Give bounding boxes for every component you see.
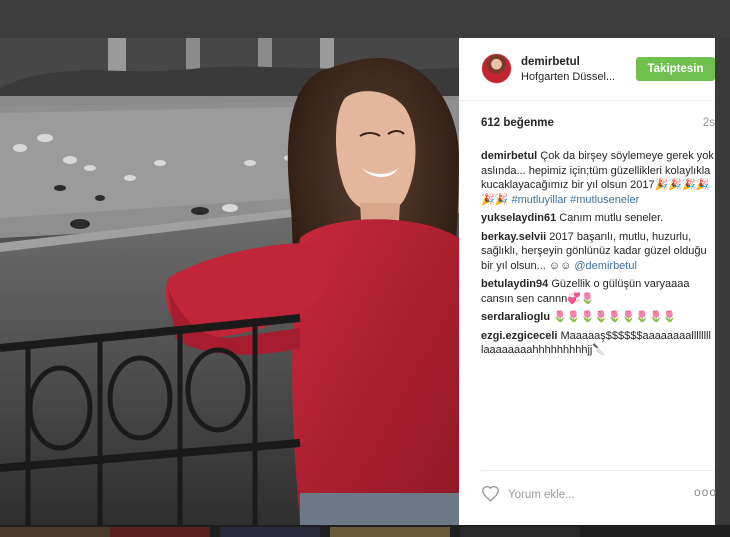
- comment-username[interactable]: betulaydin94: [481, 278, 548, 290]
- follow-button[interactable]: Takiptesin: [636, 57, 715, 81]
- post-location[interactable]: Hofgarten Düssel...: [521, 71, 631, 83]
- list-item: yukselaydin61 Canım mutlu seneler.: [481, 211, 715, 226]
- caption: demirbetul Çok da birşey söylemeye gerek…: [481, 149, 715, 207]
- page-backdrop-top: [0, 0, 730, 38]
- thumbnail-strip: [460, 527, 580, 537]
- comment-username[interactable]: berkay.selvii: [481, 231, 546, 243]
- comment-username[interactable]: ezgi.ezgiceceli: [481, 330, 557, 342]
- caption-username[interactable]: demirbetul: [481, 150, 537, 162]
- comment-username[interactable]: yukselaydin61: [481, 212, 556, 224]
- comment-text: Canım mutlu seneler.: [559, 212, 664, 224]
- list-item: ezgi.ezgiceceli Maaaaaş$$$$$$aaaaaaaalll…: [481, 329, 715, 358]
- post-side-panel: demirbetul Hofgarten Düssel... Takiptesi…: [459, 38, 717, 525]
- comment-input[interactable]: [508, 486, 678, 504]
- post-footer: ooo: [481, 470, 717, 525]
- photo-image: [0, 38, 459, 525]
- avatar[interactable]: [481, 53, 512, 84]
- post-time[interactable]: 2s: [703, 117, 715, 129]
- thumbnail-strip: [330, 527, 450, 537]
- post-photo[interactable]: [0, 38, 459, 525]
- hashtag-link[interactable]: #mutluseneler: [570, 194, 639, 206]
- more-options-icon[interactable]: ooo: [694, 485, 717, 499]
- mention-link[interactable]: @demirbetul: [574, 260, 637, 272]
- page-backdrop-bottom: [0, 525, 730, 537]
- comment-text: 🌷🌷🌷🌷🌷🌷🌷🌷🌷: [553, 311, 677, 323]
- list-item: berkay.selvii 2017 başarılı, mutlu, huzu…: [481, 230, 715, 274]
- hashtag-link[interactable]: #mutluyillar: [511, 194, 567, 206]
- list-item: betulaydin94 Güzellik o gülüşün varyaaaa…: [481, 277, 715, 306]
- likes-count[interactable]: 612 beğenme: [481, 117, 554, 129]
- post-header: demirbetul Hofgarten Düssel... Takiptesi…: [459, 38, 715, 101]
- thumbnail-strip: [220, 527, 320, 537]
- post-modal: demirbetul Hofgarten Düssel... Takiptesi…: [0, 38, 717, 525]
- comment-username[interactable]: serdaralioglu: [481, 311, 550, 323]
- thumbnail-strip: [110, 527, 210, 537]
- thumbnail-strip: [0, 527, 110, 537]
- heart-icon[interactable]: [481, 485, 500, 502]
- comment-list: demirbetul Çok da birşey söylemeye gerek…: [481, 149, 715, 362]
- post-username[interactable]: demirbetul: [521, 56, 580, 68]
- post-stats: 612 beğenme 2s: [481, 117, 715, 133]
- list-item: serdaralioglu 🌷🌷🌷🌷🌷🌷🌷🌷🌷: [481, 310, 715, 325]
